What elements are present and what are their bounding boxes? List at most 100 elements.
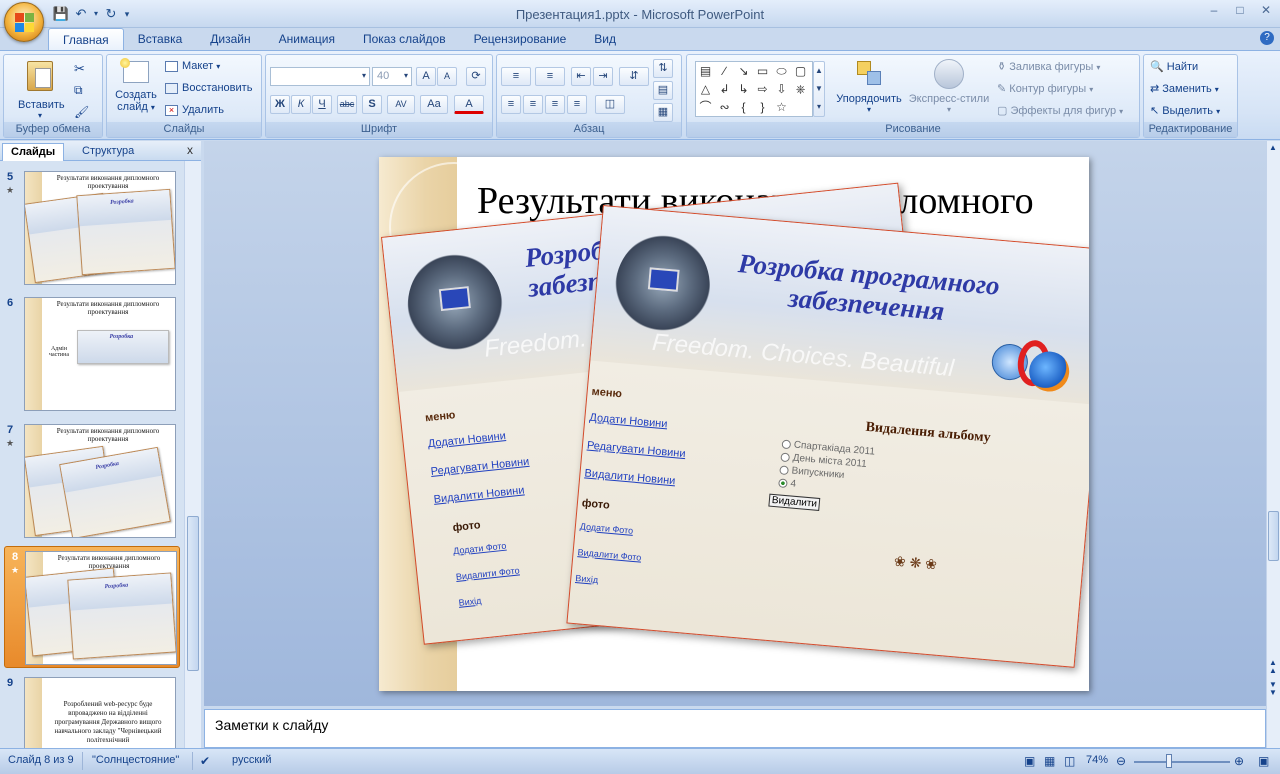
font-size-dropdown-icon[interactable]: ▾	[400, 67, 412, 86]
arrange-button[interactable]: Упорядочить ▾	[833, 59, 905, 114]
maximize-button[interactable]: □	[1232, 3, 1248, 17]
slide-thumbnail-7[interactable]: 7 ★ Результати виконання дипломного прое…	[0, 420, 184, 542]
elbow-connector-icon[interactable]: ↲	[715, 80, 734, 98]
scroll-thumb[interactable]	[187, 516, 199, 671]
arrow-line-shape-icon[interactable]: ↘	[734, 62, 753, 80]
prev-slide-icon[interactable]: ▲ ▲	[1269, 659, 1277, 675]
close-pane-icon[interactable]: x	[187, 143, 193, 157]
clear-format-icon[interactable]: ⟳	[466, 67, 486, 86]
minimize-button[interactable]: –	[1206, 3, 1222, 17]
triangle-shape-icon[interactable]: △	[696, 80, 715, 98]
bullets-icon[interactable]: ≡	[501, 67, 531, 86]
rectangle-shape-icon[interactable]: ▭	[753, 62, 772, 80]
slideshow-icon[interactable]: ◫	[1064, 754, 1075, 768]
decrease-indent-icon[interactable]: ⇤	[571, 67, 591, 86]
shape-fill-button[interactable]: ⚱ Заливка фигуры ▾	[997, 60, 1100, 73]
help-icon[interactable]: ?	[1260, 31, 1274, 45]
left-brace-icon[interactable]: {	[734, 98, 753, 116]
slide-thumbnail-9[interactable]: 9 Розроблений web-ресурс буде впроваджен…	[0, 673, 184, 748]
shapes-more-icon[interactable]: ▲ ▼ ▾	[813, 61, 825, 117]
tab-animation[interactable]: Анимация	[265, 28, 349, 51]
align-center-icon[interactable]: ≡	[523, 95, 543, 114]
tab-slideshow[interactable]: Показ слайдов	[349, 28, 460, 51]
format-painter-icon[interactable]: 🖌	[74, 105, 89, 119]
next-slide-icon[interactable]: ▼ ▼	[1269, 681, 1277, 697]
font-color-button[interactable]: A	[454, 95, 484, 114]
curve-shape-icon[interactable]: ⌒	[696, 98, 715, 116]
scroll-thumb[interactable]	[1268, 511, 1279, 561]
quick-styles-button[interactable]: Экспресс-стили ▾	[907, 59, 991, 114]
font-name-combo[interactable]	[270, 67, 370, 86]
zoom-level[interactable]: 74%	[1086, 754, 1108, 766]
oval-shape-icon[interactable]: ⬭	[772, 62, 791, 80]
line-shape-icon[interactable]: ∕	[715, 62, 734, 80]
tab-insert[interactable]: Вставка	[124, 28, 197, 51]
layout-button[interactable]: Макет ▾	[165, 60, 220, 72]
language-indicator[interactable]: русский	[232, 754, 271, 766]
website-screenshot-front[interactable]: Розробка програмного забезпечення Freedo…	[566, 205, 1089, 668]
slide-sorter-icon[interactable]: ▦	[1044, 754, 1055, 768]
office-button[interactable]	[4, 2, 44, 42]
char-spacing-button[interactable]: AV	[387, 95, 415, 114]
text-direction-icon[interactable]: ⇅	[653, 59, 673, 78]
textbox-shape-icon[interactable]: ▤	[696, 62, 715, 80]
shrink-font-button[interactable]: A	[437, 67, 457, 86]
right-arrow-shape-icon[interactable]: ⇨	[753, 80, 772, 98]
shape-outline-button[interactable]: ✎ Контур фигуры ▾	[997, 82, 1093, 95]
font-name-dropdown-icon[interactable]: ▾	[358, 67, 370, 86]
line-spacing-icon[interactable]: ⇵	[619, 67, 649, 86]
copy-icon[interactable]: ⧉	[74, 83, 83, 98]
align-left-icon[interactable]: ≡	[501, 95, 521, 114]
increase-indent-icon[interactable]: ⇥	[593, 67, 613, 86]
normal-view-icon[interactable]: ▣	[1024, 754, 1035, 768]
star-shape-icon[interactable]: ☆	[772, 98, 791, 116]
columns-icon[interactable]: ◫	[595, 95, 625, 114]
slide-thumbnail-8[interactable]: 8 ★ Результати виконання дипломного прое…	[4, 546, 180, 668]
tab-review[interactable]: Рецензирование	[460, 28, 581, 51]
smartart-icon[interactable]: ▦	[653, 103, 673, 122]
arc-shape-icon[interactable]: ∾	[715, 98, 734, 116]
replace-button[interactable]: ⇄ Заменить ▾	[1150, 82, 1219, 95]
fit-slide-icon[interactable]: ▣	[1258, 754, 1269, 768]
align-text-icon[interactable]: ▤	[653, 81, 673, 100]
delete-slide-button[interactable]: × Удалить	[165, 104, 224, 116]
grow-font-button[interactable]: A	[416, 67, 436, 86]
close-button[interactable]: ✕	[1258, 3, 1274, 17]
justify-icon[interactable]: ≡	[567, 95, 587, 114]
align-right-icon[interactable]: ≡	[545, 95, 565, 114]
reset-button[interactable]: Восстановить	[165, 82, 252, 94]
down-arrow-shape-icon[interactable]: ⇩	[772, 80, 791, 98]
notes-pane[interactable]: Заметки к слайду	[204, 709, 1266, 748]
slide-thumbnail-5[interactable]: 5 ★ Результати виконання дипломного прое…	[0, 167, 184, 289]
slide-thumbnail-6[interactable]: 6 Результати виконання дипломного проект…	[0, 293, 184, 415]
zoom-out-icon[interactable]: ⊖	[1116, 754, 1126, 768]
slides-pane-scrollbar[interactable]	[184, 161, 201, 748]
underline-button[interactable]: Ч	[312, 95, 332, 114]
flowchart-shape-icon[interactable]: ⎈	[791, 80, 810, 98]
numbering-icon[interactable]: ≡	[535, 67, 565, 86]
select-button[interactable]: ↖ Выделить ▾	[1150, 104, 1220, 117]
rounded-rect-shape-icon[interactable]: ▢	[791, 62, 810, 80]
strikethrough-button[interactable]: abc	[337, 95, 357, 114]
change-case-button[interactable]: Aa	[420, 95, 448, 114]
tab-outline[interactable]: Структура	[74, 143, 142, 161]
tab-slides[interactable]: Слайды	[2, 143, 65, 161]
tab-design[interactable]: Дизайн	[196, 28, 264, 51]
shape-effects-button[interactable]: ▢ Эффекты для фигур ▾	[997, 104, 1123, 117]
find-button[interactable]: 🔍 Найти	[1150, 60, 1198, 73]
scroll-up-icon[interactable]: ▲	[1269, 143, 1277, 152]
slide-scrollbar[interactable]: ▲ ▲ ▲ ▼ ▼	[1266, 141, 1280, 748]
tab-view[interactable]: Вид	[580, 28, 630, 51]
tab-home[interactable]: Главная	[48, 28, 124, 51]
zoom-slider[interactable]	[1134, 761, 1230, 763]
cut-icon[interactable]: ✂	[74, 61, 85, 77]
italic-button[interactable]: К	[291, 95, 311, 114]
spellcheck-icon[interactable]: ✔	[200, 754, 210, 768]
zoom-slider-thumb[interactable]	[1166, 754, 1172, 768]
slide-canvas[interactable]: Результати виконання дипломного Розробка…	[379, 157, 1089, 691]
bold-button[interactable]: Ж	[270, 95, 290, 114]
shapes-gallery[interactable]: ▤ ∕ ↘ ▭ ⬭ ▢ △ ↲ ↳ ⇨ ⇩ ⎈ ⌒ ∾{} ☆	[695, 61, 813, 117]
right-brace-icon[interactable]: }	[753, 98, 772, 116]
zoom-in-icon[interactable]: ⊕	[1234, 754, 1244, 768]
paste-button[interactable]: Вставить ▾	[18, 59, 65, 120]
